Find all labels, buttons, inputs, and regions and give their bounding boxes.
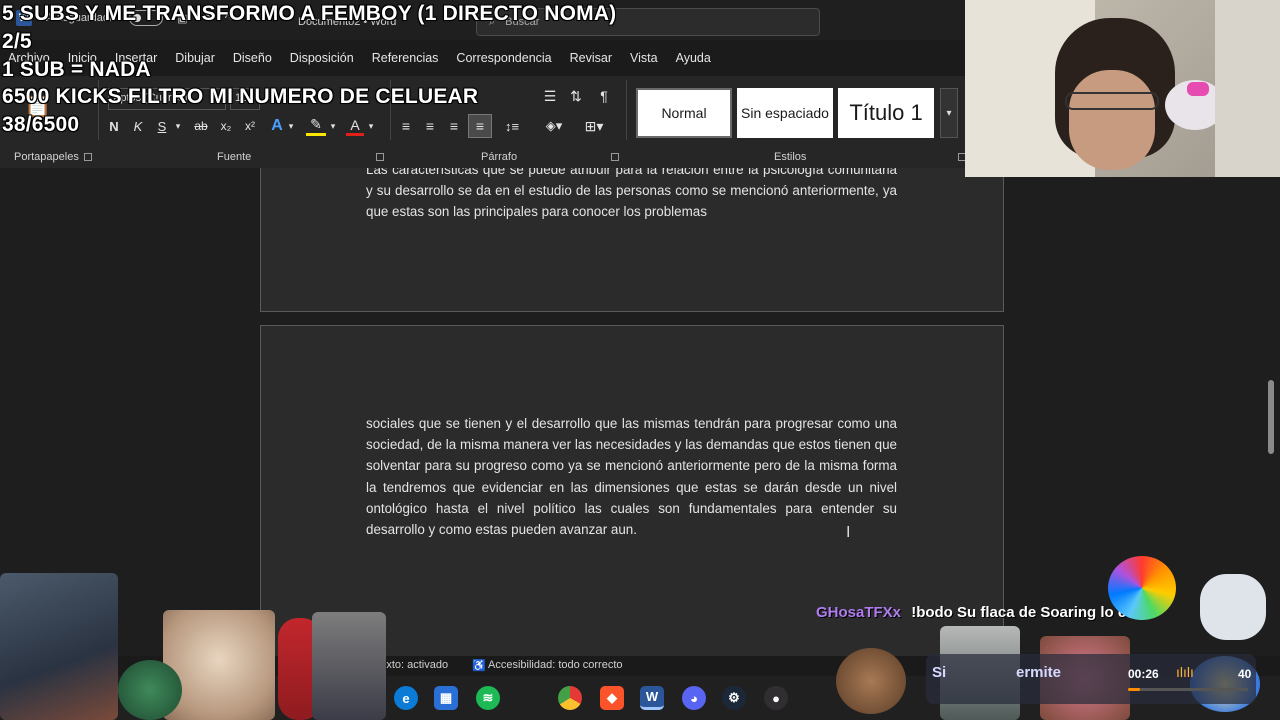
vertical-scrollbar[interactable] [1268,380,1274,454]
wolf-character-sticker [312,612,386,720]
align-center-icon[interactable]: ≡ [420,116,440,136]
chibi-character-sticker [118,660,182,720]
group-styles-label-2: Estilos [774,151,807,163]
styles-more-icon[interactable]: ▾ [940,88,958,138]
text-effects-dropdown-icon[interactable]: ▾ [286,116,296,136]
chat-message: GHosaTFXx !bodo Su flaca de Soaring lo e [816,604,1126,621]
now-playing-time: 00:26 [1128,667,1159,681]
discord-icon[interactable]: ◕ [682,686,706,710]
now-playing-title-extra: ermite [1016,664,1062,681]
group-clipboard-label-2: Portapapeles [14,151,79,163]
font-color-dropdown-icon[interactable]: ▾ [366,116,376,136]
underline-button[interactable]: S [154,116,170,136]
page-1-paragraph[interactable]: Las características que se puede atribui… [366,159,897,223]
shading-icon[interactable]: ◈▾ [540,116,568,136]
anime-character-sticker [0,573,118,720]
store-icon[interactable]: ▦ [434,686,458,710]
overlay-goal-subs: 5 SUBS Y ME TRANSFORMO A FEMBOY (1 DIREC… [2,2,617,25]
tab-diseno[interactable]: Diseño [224,48,281,72]
webcam-feed [965,0,1280,177]
font-launcher-icon-2[interactable] [376,153,384,161]
now-playing-widget [926,654,1256,704]
overlay-sub-rule: 1 SUB = NADA [2,58,151,81]
align-right-icon[interactable]: ≡ [444,116,464,136]
now-playing-progress-track [1128,688,1248,691]
indent-icon[interactable]: ☰ [540,86,560,106]
superscript-button[interactable]: x² [242,116,258,136]
obs-icon[interactable]: ● [764,686,788,710]
style-heading-1[interactable]: Título 1 [838,88,934,138]
now-playing-title: Si [932,664,947,681]
overlay-goal-kicks: 6500 KICKS FILTRO MI NUMERO DE CELUEAR [2,85,479,108]
align-left-icon[interactable]: ≡ [396,116,416,136]
page-2-paragraph[interactable]: sociales que se tienen y el desarrollo q… [366,413,897,540]
now-playing-count: 40 [1238,667,1252,681]
tab-ayuda[interactable]: Ayuda [667,48,720,72]
style-normal[interactable]: Normal [636,88,732,138]
overlay-goal-kicks-count: 38/6500 [2,113,80,136]
text-cursor-icon: I [846,524,851,541]
tab-disposicion[interactable]: Disposición [281,48,363,72]
now-playing-progress-fill [1128,688,1140,691]
tab-revisar[interactable]: Revisar [561,48,621,72]
sort-icon[interactable]: ⇅ [566,86,586,106]
cat-plush-sticker [1200,574,1266,640]
strikethrough-button[interactable]: ab [192,116,210,136]
chrome-icon[interactable] [558,686,582,710]
spotify-icon[interactable]: ≋ [476,686,500,710]
underline-dropdown-icon[interactable]: ▾ [172,116,184,136]
justify-icon[interactable]: ≡ [468,114,492,138]
tab-correspondencia[interactable]: Correspondencia [447,48,560,72]
tab-referencias[interactable]: Referencias [363,48,448,72]
tab-vista[interactable]: Vista [621,48,667,72]
chat-username: GHosaTFXx [816,604,902,621]
steam-icon[interactable]: ⚙ [722,686,746,710]
clown-wig-sticker [1108,556,1176,620]
subscript-button[interactable]: x₂ [218,116,234,136]
italic-button[interactable]: K [130,116,146,136]
audio-wave-icon: ılılı [1176,664,1194,680]
show-formatting-icon[interactable]: ¶ [594,86,614,106]
line-spacing-icon[interactable]: ↕≡ [498,116,526,136]
tab-dibujar[interactable]: Dibujar [166,48,224,72]
word-icon[interactable]: W [640,686,664,710]
highlight-dropdown-icon[interactable]: ▾ [328,116,338,136]
cat-face-sticker [163,610,275,720]
accessibility-icon: ♿ [472,660,486,672]
edge-icon[interactable]: e [394,686,418,710]
font-color-icon[interactable]: A [346,116,364,136]
chat-text: !bodo Su flaca de Soaring lo e [911,604,1127,621]
page-1[interactable]: Las características que se puede atribui… [260,150,1004,312]
overlay-goal-subs-count: 2/5 [2,30,32,53]
text-effects-icon[interactable]: A [268,116,286,136]
paragraph-launcher-icon-2[interactable] [611,153,619,161]
accessibility-status[interactable]: Accesibilidad: todo correcto [488,659,623,671]
clipboard-launcher-icon-2[interactable] [84,153,92,161]
highlight-icon[interactable]: ✎ [306,116,326,136]
ribbon-group-labels-band: Portapapeles Fuente Párrafo Estilos [0,140,966,168]
group-font-label-2: Fuente [217,151,252,163]
brave-icon[interactable]: ◆ [600,686,624,710]
group-paragraph-label-2: Párrafo [481,151,518,163]
capybara-sticker [836,648,906,714]
borders-icon[interactable]: ⊞▾ [578,116,610,136]
style-no-spacing[interactable]: Sin espaciado [737,88,833,138]
bold-button[interactable]: N [106,116,122,136]
